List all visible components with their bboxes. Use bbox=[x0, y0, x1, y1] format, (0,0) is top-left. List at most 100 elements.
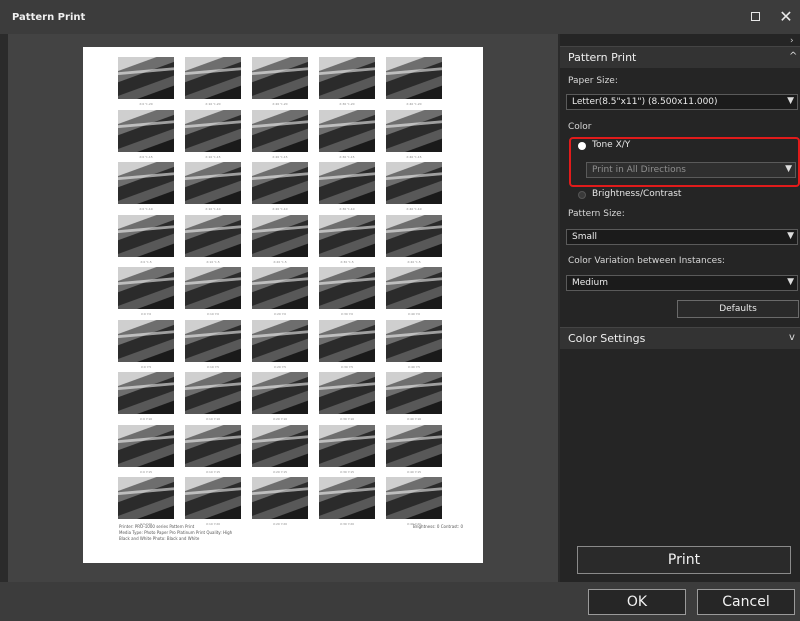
pattern-size-select[interactable]: Small ▼ bbox=[566, 229, 798, 245]
pattern-thumbnail: X:10 Y:-10 bbox=[185, 162, 241, 214]
pattern-thumbnail: X:20 Y:-15 bbox=[252, 109, 308, 162]
thumbnail-image bbox=[252, 267, 308, 309]
thumbnail-image bbox=[185, 267, 241, 309]
tone-xy-label: Tone X/Y bbox=[592, 140, 631, 150]
section-color-settings[interactable]: Color Settings v bbox=[560, 327, 800, 349]
tone-direction-select[interactable]: Print in All Directions ▼ bbox=[586, 162, 796, 178]
section-pattern-print[interactable]: Pattern Print ^ bbox=[560, 46, 800, 68]
window-title: Pattern Print bbox=[12, 11, 86, 23]
pattern-thumbnail: X:0 Y:-15 bbox=[118, 109, 174, 162]
pattern-thumbnail: X:40 Y:10 bbox=[386, 372, 442, 424]
collapse-panel-icon[interactable]: › bbox=[790, 36, 794, 46]
thumbnail-caption: X:0 Y:-5 bbox=[140, 259, 152, 264]
brightness-contrast-radio[interactable] bbox=[578, 191, 586, 199]
paper-size-label: Paper Size: bbox=[568, 76, 618, 86]
thumbnail-image bbox=[118, 319, 174, 362]
pattern-thumbnail: X:30 Y:-5 bbox=[319, 214, 375, 267]
tone-xy-radio[interactable] bbox=[578, 142, 586, 150]
defaults-button[interactable]: Defaults bbox=[677, 300, 799, 318]
cancel-button[interactable]: Cancel bbox=[697, 589, 795, 615]
ok-button[interactable]: OK bbox=[588, 589, 686, 615]
thumbnail-image bbox=[185, 57, 241, 99]
thumbnail-caption: X:10 Y:5 bbox=[206, 364, 220, 369]
section-color-settings-label: Color Settings bbox=[568, 332, 646, 345]
thumbnail-image bbox=[319, 57, 375, 99]
thumbnail-image bbox=[386, 424, 442, 467]
dropdown-arrow-icon: ▼ bbox=[787, 277, 794, 287]
print-button[interactable]: Print bbox=[577, 546, 791, 574]
paper-size-select[interactable]: Letter(8.5"x11") (8.500x11.000) ▼ bbox=[566, 94, 798, 110]
thumbnail-image bbox=[118, 214, 174, 257]
pattern-thumbnail: X:20 Y:10 bbox=[252, 372, 308, 424]
dropdown-arrow-icon: ▼ bbox=[787, 96, 794, 106]
pattern-size-value: Small bbox=[572, 232, 597, 242]
pattern-thumbnail: X:20 Y:15 bbox=[252, 424, 308, 477]
close-icon: ✕ bbox=[779, 7, 793, 26]
pattern-thumbnail: X:30 Y:-10 bbox=[319, 162, 375, 214]
pattern-thumbnail: X:0 Y:0 bbox=[118, 267, 174, 319]
thumbnail-image bbox=[319, 109, 375, 152]
section-pattern-print-label: Pattern Print bbox=[568, 51, 637, 64]
dropdown-arrow-icon: ▼ bbox=[785, 164, 792, 174]
pattern-thumbnail: X:10 Y:10 bbox=[185, 372, 241, 424]
thumbnail-caption: X:20 Y:15 bbox=[272, 469, 288, 474]
thumbnail-image bbox=[386, 214, 442, 257]
title-bar: Pattern Print ✕ bbox=[0, 0, 800, 34]
thumbnail-caption: X:40 Y:-20 bbox=[406, 102, 422, 106]
settings-panel: › Pattern Print ^ Paper Size: Letter(8.5… bbox=[560, 34, 800, 582]
thumbnail-image bbox=[252, 372, 308, 414]
maximize-button[interactable] bbox=[747, 9, 763, 25]
thumbnail-caption: X:30 Y:-10 bbox=[339, 207, 355, 211]
pattern-thumbnail: X:0 Y:5 bbox=[118, 319, 174, 372]
thumbnail-caption: X:30 Y:0 bbox=[340, 312, 354, 316]
thumbnail-caption: X:10 Y:10 bbox=[205, 417, 221, 421]
thumbnail-caption: X:20 Y:-10 bbox=[272, 207, 288, 211]
pattern-thumbnail: X:30 Y:20 bbox=[319, 477, 375, 529]
thumbnail-caption: X:30 Y:15 bbox=[339, 469, 355, 474]
thumbnail-caption: X:40 Y:5 bbox=[407, 364, 421, 369]
pattern-thumbnail: X:0 Y:-20 bbox=[118, 57, 174, 109]
color-variation-value: Medium bbox=[572, 278, 608, 288]
pattern-thumbnail: X:30 Y:-20 bbox=[319, 57, 375, 109]
thumbnail-caption: X:0 Y:-20 bbox=[139, 102, 153, 106]
thumbnail-image bbox=[185, 372, 241, 414]
thumbnail-image bbox=[252, 477, 308, 519]
thumbnail-image bbox=[319, 267, 375, 309]
thumbnail-caption: X:30 Y:-5 bbox=[340, 259, 354, 264]
tone-direction-value: Print in All Directions bbox=[592, 165, 686, 175]
thumbnail-caption: X:40 Y:15 bbox=[406, 469, 422, 474]
thumbnail-image bbox=[185, 477, 241, 519]
thumbnail-caption: X:20 Y:-15 bbox=[272, 154, 288, 159]
thumbnail-image bbox=[118, 267, 174, 309]
chevron-up-icon: ^ bbox=[789, 51, 798, 62]
color-variation-label: Color Variation between Instances: bbox=[568, 256, 725, 266]
thumbnail-image bbox=[386, 109, 442, 152]
pattern-thumbnail: X:20 Y:-10 bbox=[252, 162, 308, 214]
thumbnail-caption: X:20 Y:-20 bbox=[272, 102, 288, 106]
thumbnail-caption: X:40 Y:0 bbox=[407, 312, 421, 316]
pattern-thumbnail: X:40 Y:5 bbox=[386, 319, 442, 372]
color-variation-select[interactable]: Medium ▼ bbox=[566, 275, 798, 291]
thumbnail-image bbox=[185, 109, 241, 152]
brightness-contrast-note: Brightness: 0 Contrast: 0 bbox=[413, 524, 463, 529]
thumbnail-caption: X:40 Y:-15 bbox=[406, 154, 422, 159]
thumbnail-image bbox=[252, 109, 308, 152]
paper-size-value: Letter(8.5"x11") (8.500x11.000) bbox=[572, 97, 718, 107]
print-info-note: Printer: PRO-1000 series Pattern Print M… bbox=[119, 524, 233, 541]
pattern-thumbnail: X:30 Y:10 bbox=[319, 372, 375, 424]
thumbnail-caption: X:40 Y:-10 bbox=[406, 207, 422, 211]
thumbnail-image bbox=[252, 57, 308, 99]
close-button[interactable]: ✕ bbox=[778, 9, 794, 25]
thumbnail-caption: X:10 Y:-15 bbox=[205, 154, 221, 159]
thumbnail-image bbox=[252, 424, 308, 467]
thumbnail-caption: X:0 Y:15 bbox=[139, 469, 153, 474]
pattern-thumbnail: X:20 Y:-20 bbox=[252, 57, 308, 109]
pattern-thumbnail: X:30 Y:5 bbox=[319, 319, 375, 372]
thumbnail-image bbox=[319, 162, 375, 204]
pattern-thumbnail: X:40 Y:-15 bbox=[386, 109, 442, 162]
pattern-thumbnail: X:30 Y:-15 bbox=[319, 109, 375, 162]
thumbnail-image bbox=[319, 424, 375, 467]
pattern-thumbnail: X:10 Y:5 bbox=[185, 319, 241, 372]
chevron-down-icon: v bbox=[789, 332, 795, 343]
pattern-thumbnail: X:10 Y:20 bbox=[185, 477, 241, 529]
